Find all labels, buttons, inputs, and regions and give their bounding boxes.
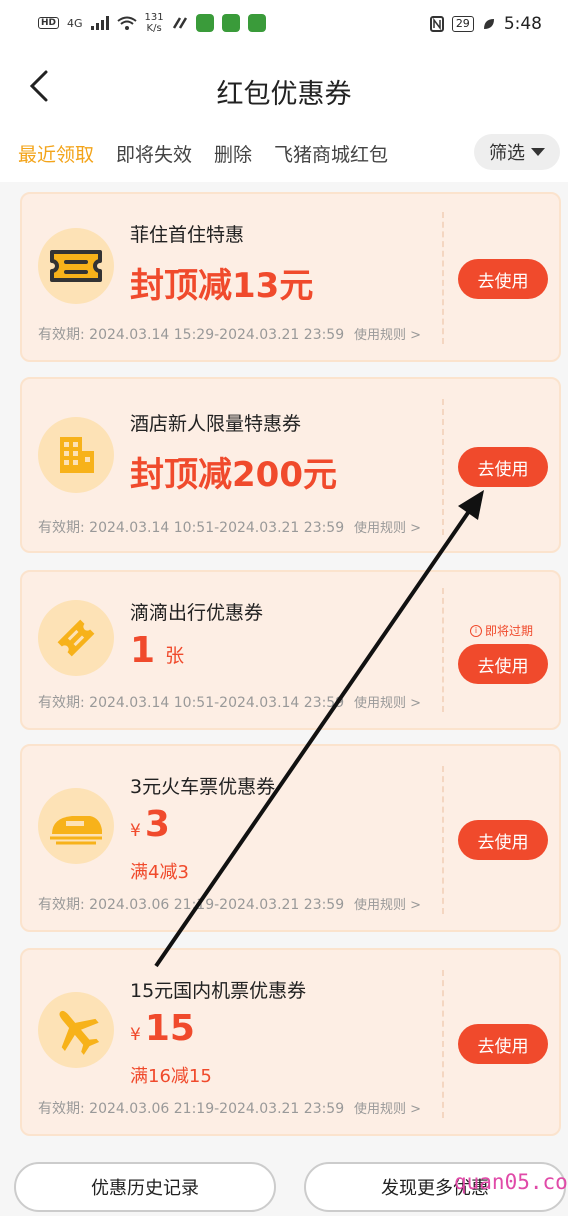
coupon-validity: 有效期: 2024.03.14 15:29-2024.03.21 23:59 (38, 327, 345, 343)
airplane-icon (38, 992, 114, 1068)
status-bar: HD 4G 131 K/s 29 5:48 (0, 0, 568, 52)
coupon-rules-link[interactable]: 使用规则 > (354, 517, 421, 536)
status-right: 29 5:48 (429, 14, 542, 34)
link-icon (172, 17, 187, 29)
signal-icon (90, 16, 109, 30)
coupon-rules-link[interactable]: 使用规则 > (354, 1098, 421, 1117)
coupon-title: 滴滴出行优惠券 (130, 602, 264, 624)
coupon-count-unit: 张 (165, 645, 185, 667)
coupon-divider (442, 588, 444, 712)
expiring-warning: i 即将过期 (470, 622, 533, 639)
coupon-condition: 满4减3 (130, 862, 189, 883)
coupon-rules-link[interactable]: 使用规则 > (354, 324, 421, 343)
watermark: quan05.com (454, 1170, 568, 1194)
coupon-value: ¥3 (130, 804, 170, 845)
leaf-icon (483, 19, 494, 29)
coupon-count-value: 1 (130, 630, 156, 671)
status-left: HD 4G 131 K/s (38, 12, 266, 34)
history-button[interactable]: 优惠历史记录 (14, 1162, 276, 1212)
coupon-value-number: 15 (144, 1008, 195, 1049)
coupon-divider (442, 212, 444, 344)
filter-button[interactable]: 筛选 (474, 134, 560, 170)
coupon-validity: 有效期: 2024.03.14 10:51-2024.03.21 23:59 (38, 520, 345, 536)
coupon-divider (442, 399, 444, 535)
tab-recent[interactable]: 最近领取 (18, 140, 94, 167)
info-icon: i (470, 624, 482, 637)
coupon-rules-link[interactable]: 使用规则 > (354, 692, 421, 711)
ticket-icon (38, 228, 114, 304)
train-icon (38, 788, 114, 864)
tab-expiring[interactable]: 即将失效 (116, 140, 192, 167)
coupon-value-number: 3 (144, 804, 170, 845)
coupon-title: 15元国内机票优惠券 (130, 980, 307, 1002)
currency-symbol: ¥ (130, 1025, 141, 1045)
network-indicator: 4G (67, 16, 83, 30)
use-coupon-button[interactable]: 去使用 (458, 820, 548, 860)
coupon-card: 15元国内机票优惠券 ¥15 满16减15 有效期: 2024.03.06 21… (20, 948, 561, 1136)
use-coupon-button[interactable]: 去使用 (458, 259, 548, 299)
coupon-count: 1张 (130, 630, 184, 671)
coupon-title: 酒店新人限量特惠券 (130, 413, 302, 435)
battery-indicator: 29 (451, 16, 474, 32)
expiring-warning-label: 即将过期 (485, 624, 534, 638)
coupon-title: 菲住首住特惠 (130, 224, 245, 246)
hd-indicator: HD (38, 17, 60, 29)
app-notification-icon (221, 14, 240, 32)
coupon-amount: 封顶减13元 (130, 266, 314, 306)
tab-bar: 最近领取 即将失效 删除 飞猪商城红包 (18, 140, 388, 167)
wifi-icon (116, 16, 137, 30)
coupon-title: 3元火车票优惠券 (130, 776, 276, 798)
coupon-card: 酒店新人限量特惠券 封顶减200元 有效期: 2024.03.14 10:51-… (20, 377, 561, 553)
coupon-divider (442, 766, 444, 914)
use-coupon-button[interactable]: 去使用 (458, 447, 548, 487)
hotel-building-icon (38, 417, 114, 493)
app-notification-icon (195, 14, 214, 32)
coupon-rules-link[interactable]: 使用规则 > (354, 894, 421, 913)
use-coupon-button[interactable]: 去使用 (458, 644, 548, 684)
nfc-icon (429, 16, 444, 32)
coupon-divider (442, 970, 444, 1118)
tab-mall[interactable]: 飞猪商城红包 (274, 140, 388, 167)
coupon-validity: 有效期: 2024.03.06 21:19-2024.03.21 23:59 (38, 897, 345, 913)
coupon-condition: 满16减15 (130, 1066, 212, 1087)
coupon-card: 3元火车票优惠券 ¥3 满4减3 有效期: 2024.03.06 21:19-2… (20, 744, 561, 932)
net-speed-value: 131 (144, 12, 164, 23)
page-title: 红包优惠券 (216, 79, 352, 110)
app-notification-icon (247, 14, 266, 32)
tab-delete[interactable]: 删除 (214, 140, 252, 167)
coupon-validity: 有效期: 2024.03.06 21:19-2024.03.21 23:59 (38, 1101, 345, 1117)
coupon-card: 菲住首住特惠 封顶减13元 有效期: 2024.03.14 15:29-2024… (20, 192, 561, 362)
header: 红包优惠券 最近领取 即将失效 删除 飞猪商城红包 筛选 (0, 52, 568, 182)
dropdown-triangle-icon (531, 148, 545, 156)
ride-ticket-icon (38, 600, 114, 676)
use-coupon-button[interactable]: 去使用 (458, 1024, 548, 1064)
coupon-amount: 封顶减200元 (130, 455, 337, 495)
clock: 5:48 (503, 14, 542, 34)
filter-label: 筛选 (489, 143, 525, 164)
coupon-value: ¥15 (130, 1008, 195, 1049)
coupon-validity: 有效期: 2024.03.14 10:51-2024.03.14 23:59 (38, 695, 345, 711)
net-speed: 131 K/s (145, 12, 164, 34)
currency-symbol: ¥ (130, 821, 141, 841)
net-speed-unit: K/s (146, 23, 162, 34)
coupon-card: 滴滴出行优惠券 1张 有效期: 2024.03.14 10:51-2024.03… (20, 570, 561, 730)
